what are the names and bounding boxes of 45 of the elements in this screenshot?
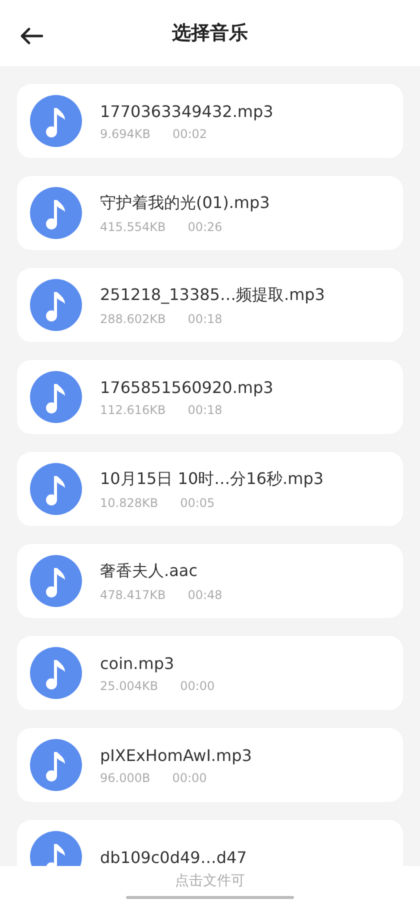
file-name: 10月15日 10时…分16秒.mp3	[100, 468, 324, 490]
file-size: 478.417KB	[100, 588, 166, 602]
file-duration: 00:05	[180, 496, 215, 510]
music-file-item[interactable]: 奢香夫人.aac 478.417KB 00:48	[17, 544, 403, 618]
music-note-icon	[30, 95, 82, 147]
music-note-icon	[30, 739, 82, 791]
file-duration: 00:00	[180, 678, 215, 692]
file-name: db109c0d49…d47	[100, 848, 247, 866]
file-duration: 00:48	[188, 588, 222, 602]
file-size: 415.554KB	[100, 220, 166, 234]
file-duration: 00:18	[188, 402, 222, 416]
file-name: 奢香夫人.aac	[100, 560, 198, 582]
music-note-icon	[30, 187, 82, 239]
music-file-item[interactable]: 1765851560920.mp3 112.616KB 00:18	[17, 360, 403, 434]
file-size: 25.004KB	[100, 678, 158, 692]
back-arrow-icon	[19, 27, 43, 45]
file-name: 守护着我的光(01).mp3	[100, 192, 270, 214]
file-duration: 00:26	[188, 220, 222, 234]
music-note-icon	[30, 555, 82, 607]
music-note-icon	[30, 463, 82, 515]
file-name: coin.mp3	[100, 654, 176, 672]
file-name: 1770363349432.mp3	[100, 102, 274, 120]
music-note-icon	[30, 279, 82, 331]
music-file-item[interactable]: 10月15日 10时…分16秒.mp3 10.828KB 00:05	[17, 452, 403, 526]
music-file-item[interactable]: 1770363349432.mp3 9.694KB 00:02	[17, 84, 403, 158]
music-file-item[interactable]: coin.mp3 25.004KB 00:00	[17, 636, 403, 710]
page-title: 选择音乐	[172, 21, 248, 46]
music-note-icon	[30, 371, 82, 423]
file-name: 1765851560920.mp3	[100, 378, 274, 396]
file-size: 112.616KB	[100, 402, 166, 416]
file-size: 288.602KB	[100, 312, 166, 326]
hint-text: 点击文件可	[175, 872, 245, 890]
file-duration: 00:02	[172, 126, 208, 140]
file-name: 251218_13385…频提取.mp3	[100, 284, 325, 306]
file-duration: 00:00	[172, 770, 207, 784]
music-file-item[interactable]: 守护着我的光(01).mp3 415.554KB 00:26	[17, 176, 403, 250]
file-duration: 00:18	[188, 312, 222, 326]
file-name: pIXExHomAwI.mp3	[100, 746, 252, 764]
file-size: 96.000B	[100, 770, 150, 784]
music-file-item[interactable]: db109c0d49…d47	[17, 820, 403, 866]
file-size: 9.694KB	[100, 126, 150, 140]
file-size: 10.828KB	[100, 496, 158, 510]
music-file-item[interactable]: 251218_13385…频提取.mp3 288.602KB 00:18	[17, 268, 403, 342]
music-note-icon	[30, 647, 82, 699]
music-file-item[interactable]: pIXExHomAwI.mp3 96.000B 00:00	[17, 728, 403, 802]
